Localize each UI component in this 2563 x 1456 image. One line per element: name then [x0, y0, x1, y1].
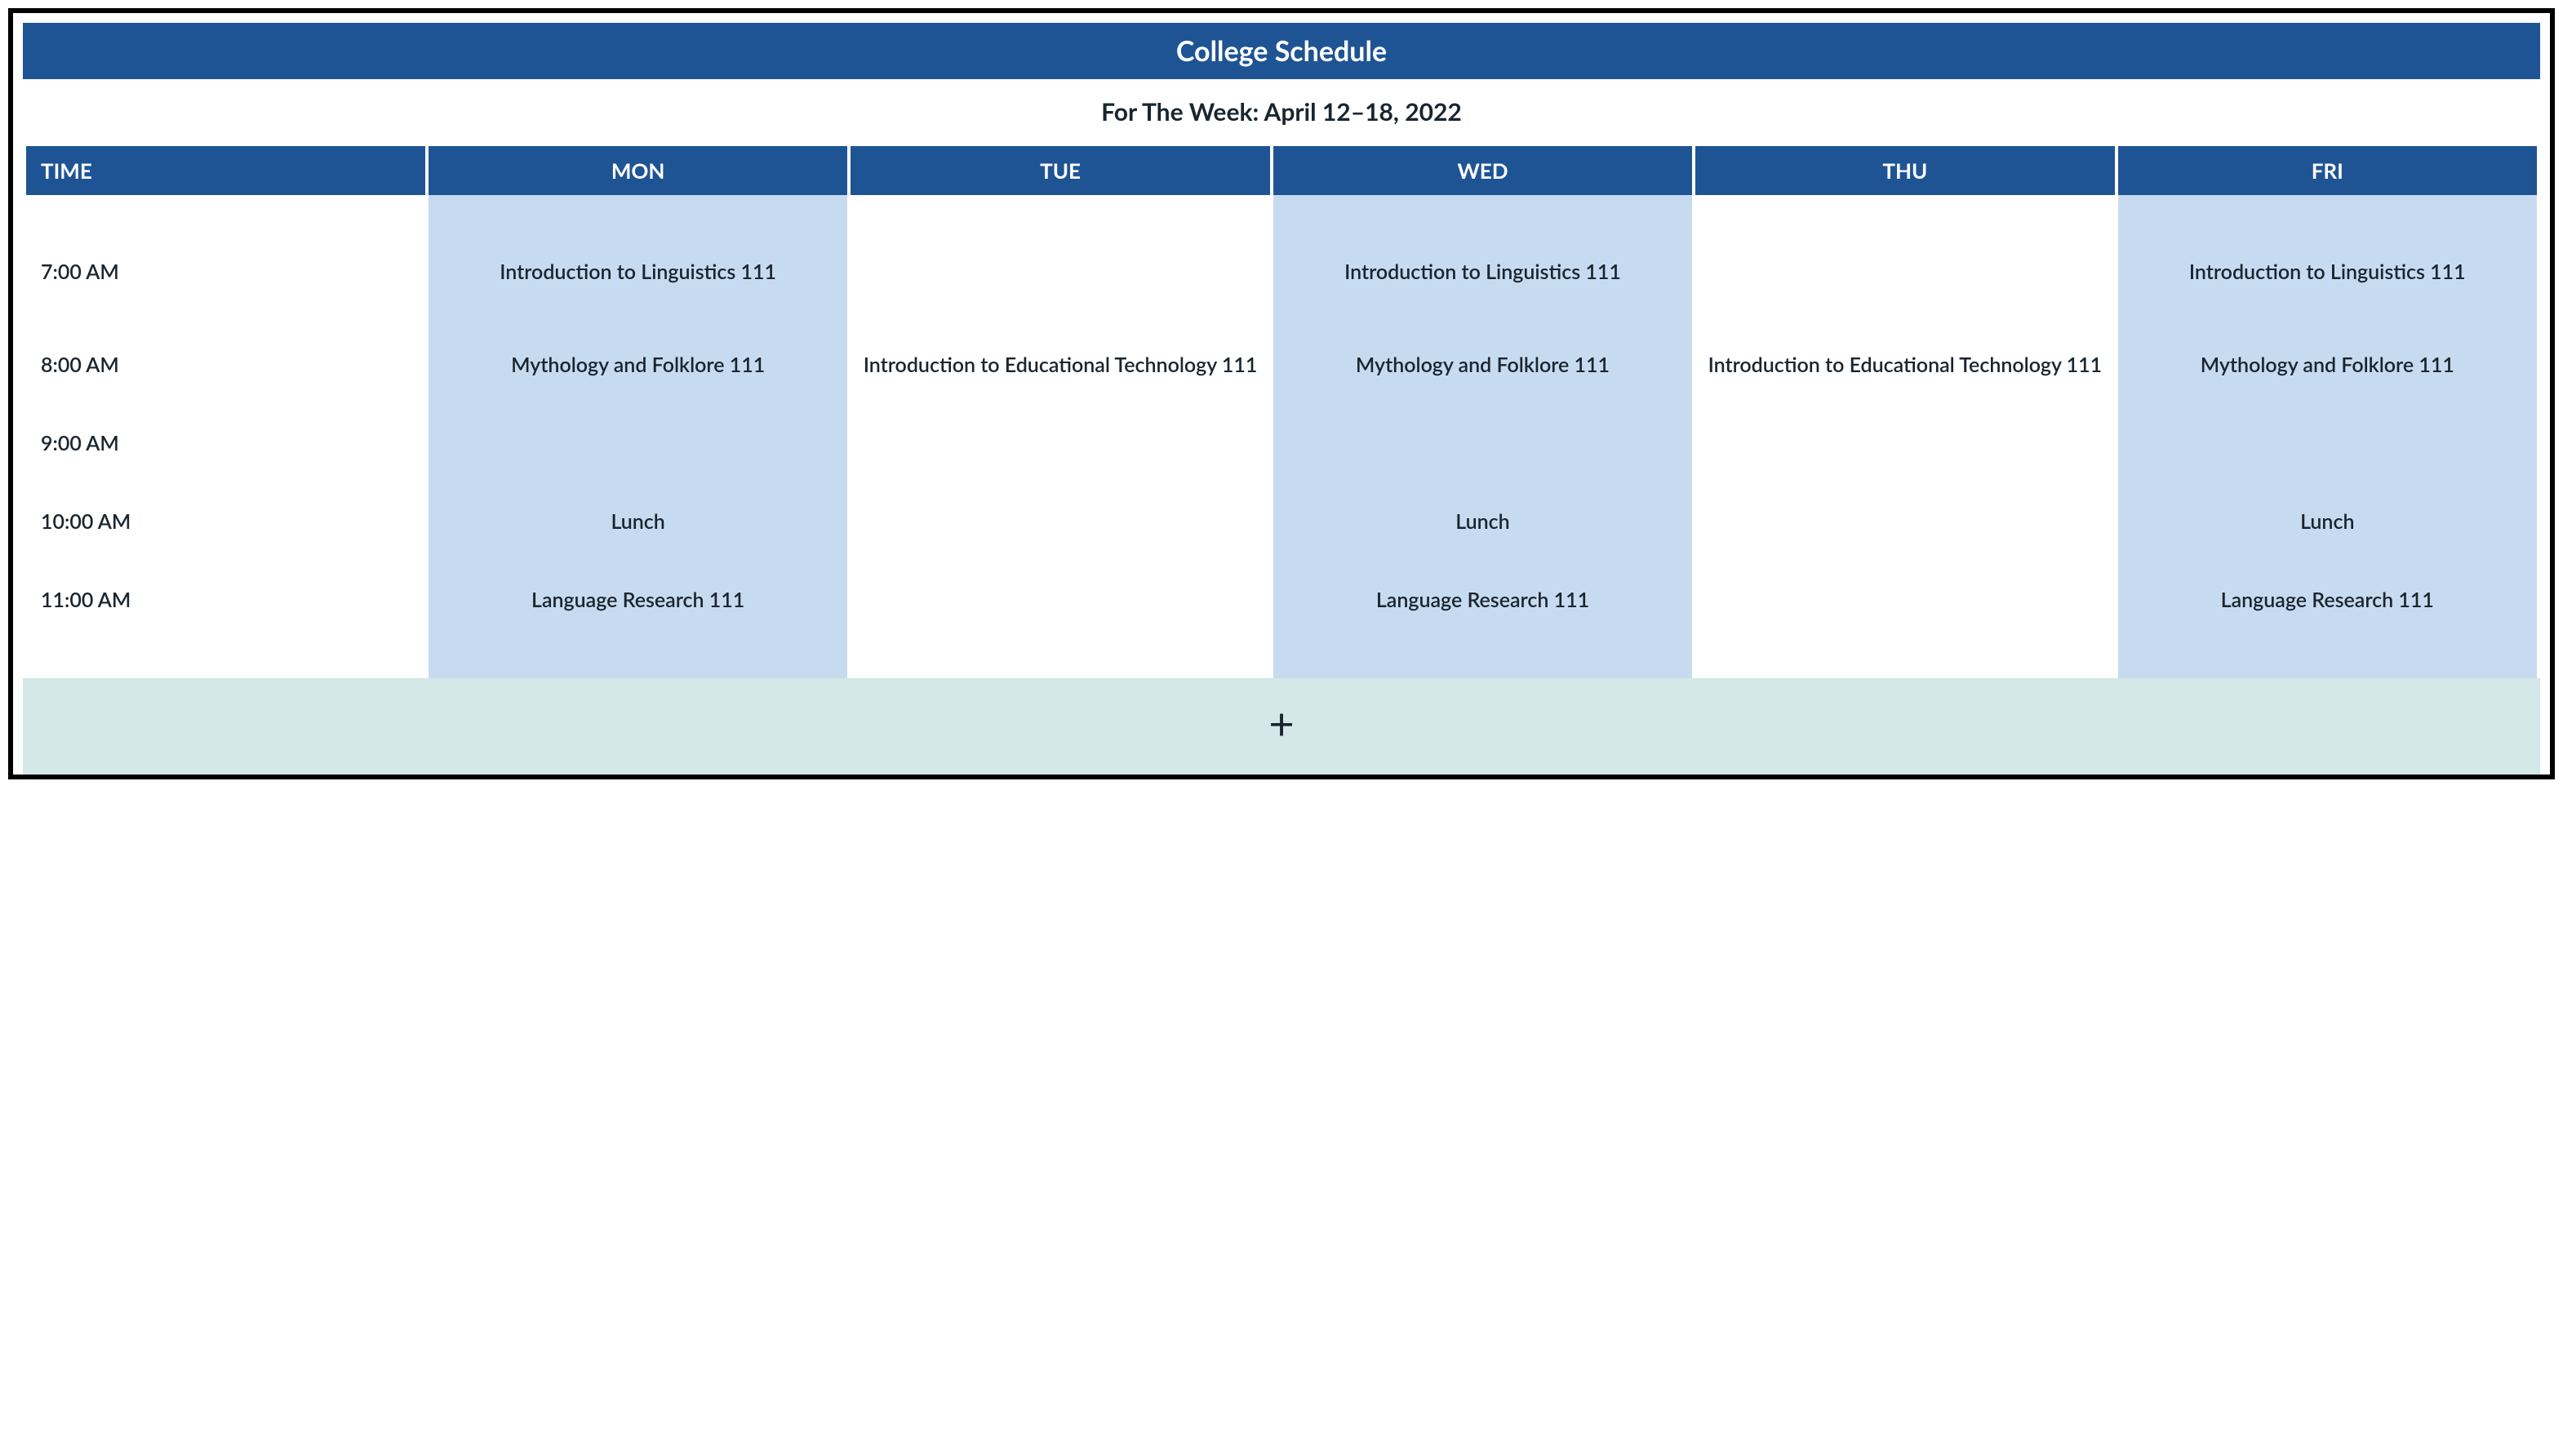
row-11am: 11:00 AM Language Research 111 Language …: [26, 561, 2537, 639]
cell-wed-10[interactable]: Lunch: [1273, 482, 1692, 561]
col-header-tue: TUE: [851, 146, 1269, 195]
cell-mon-10[interactable]: Lunch: [429, 482, 847, 561]
cell-wed-11[interactable]: Language Research 111: [1273, 561, 1692, 639]
cell-wed-9[interactable]: [1273, 404, 1692, 482]
cell-fri-10[interactable]: Lunch: [2118, 482, 2537, 561]
col-header-mon: MON: [429, 146, 847, 195]
time-label: 9:00 AM: [26, 404, 425, 482]
add-row-button[interactable]: +: [23, 678, 2540, 775]
col-header-thu: THU: [1695, 146, 2114, 195]
cell-mon-11[interactable]: Language Research 111: [429, 561, 847, 639]
cell-fri-8[interactable]: Mythology and Folklore 111: [2118, 326, 2537, 404]
page-title: College Schedule: [23, 23, 2540, 79]
cell-tue-11[interactable]: [851, 561, 1269, 639]
cell-tue-8[interactable]: Introduction to Educational Technology 1…: [851, 326, 1269, 404]
cell-wed-8[interactable]: Mythology and Folklore 111: [1273, 326, 1692, 404]
cell-fri-9[interactable]: [2118, 404, 2537, 482]
cell-mon-8[interactable]: Mythology and Folklore 111: [429, 326, 847, 404]
col-header-fri: FRI: [2118, 146, 2537, 195]
cell-thu-10[interactable]: [1695, 482, 2114, 561]
time-label: 10:00 AM: [26, 482, 425, 561]
table-header-row: TIME MON TUE WED THU FRI: [26, 146, 2537, 195]
time-label: 7:00 AM: [26, 218, 425, 326]
plus-icon: +: [1268, 701, 1294, 745]
row-10am: 10:00 AM Lunch Lunch Lunch: [26, 482, 2537, 561]
cell-tue-9[interactable]: [851, 404, 1269, 482]
cell-thu-8[interactable]: Introduction to Educational Technology 1…: [1695, 326, 2114, 404]
cell-mon-7[interactable]: Introduction to Linguistics 111: [429, 218, 847, 326]
row-9am: 9:00 AM: [26, 404, 2537, 482]
cell-fri-7[interactable]: Introduction to Linguistics 111: [2118, 218, 2537, 326]
cell-wed-7[interactable]: Introduction to Linguistics 111: [1273, 218, 1692, 326]
schedule-frame: College Schedule For The Week: April 12–…: [8, 8, 2555, 779]
cell-mon-9[interactable]: [429, 404, 847, 482]
col-header-time: TIME: [26, 146, 425, 195]
time-label: 11:00 AM: [26, 561, 425, 639]
cell-tue-7[interactable]: [851, 218, 1269, 326]
cell-thu-9[interactable]: [1695, 404, 2114, 482]
col-header-wed: WED: [1273, 146, 1692, 195]
time-label: 8:00 AM: [26, 326, 425, 404]
cell-fri-11[interactable]: Language Research 111: [2118, 561, 2537, 639]
schedule-table: TIME MON TUE WED THU FRI 7:00 AM Introdu…: [23, 146, 2540, 678]
row-7am: 7:00 AM Introduction to Linguistics 111 …: [26, 218, 2537, 326]
row-8am: 8:00 AM Mythology and Folklore 111 Intro…: [26, 326, 2537, 404]
week-subtitle: For The Week: April 12–18, 2022: [23, 79, 2540, 146]
cell-thu-7[interactable]: [1695, 218, 2114, 326]
cell-thu-11[interactable]: [1695, 561, 2114, 639]
cell-tue-10[interactable]: [851, 482, 1269, 561]
